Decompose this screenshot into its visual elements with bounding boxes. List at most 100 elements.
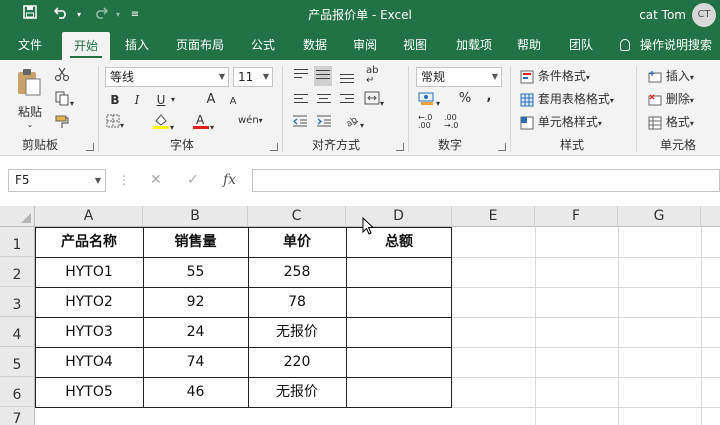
table-header-cell[interactable]: 产品名称 — [35, 227, 143, 257]
number-launcher-icon[interactable] — [498, 143, 506, 151]
paste-button[interactable]: 粘贴 ⌄ — [14, 68, 46, 129]
merge-center-icon[interactable]: ▾ — [364, 90, 384, 113]
more-icon[interactable]: ⋮ — [118, 173, 130, 187]
column-header[interactable]: F — [535, 206, 618, 227]
font-size-combo[interactable]: 11 ▼ — [233, 67, 273, 87]
font-launcher-icon[interactable] — [270, 143, 278, 151]
tab-help[interactable]: 帮助 — [508, 30, 550, 60]
underline-dropdown-icon[interactable]: ▾ — [168, 91, 178, 109]
enter-entry-button[interactable]: ✓ — [187, 169, 199, 192]
row-header[interactable]: 7 — [0, 407, 35, 425]
top-align-icon[interactable] — [294, 69, 308, 81]
column-header[interactable]: C — [248, 206, 346, 227]
font-name-combo[interactable]: 等线 ▼ — [105, 67, 229, 87]
insert-cells-button[interactable]: 插入▾ — [648, 67, 694, 87]
table-cell[interactable] — [346, 317, 452, 347]
column-header[interactable]: B — [143, 206, 248, 227]
tab-addins[interactable]: 加载项 — [448, 30, 500, 60]
row-header[interactable]: 1 — [0, 227, 35, 257]
grow-font-button[interactable]: A — [202, 91, 220, 109]
table-cell[interactable]: HYTO5 — [35, 377, 143, 407]
table-cell[interactable] — [346, 287, 452, 317]
tab-insert[interactable]: 插入 — [116, 30, 158, 60]
alignment-launcher-icon[interactable] — [396, 143, 404, 151]
table-cell[interactable]: HYTO3 — [35, 317, 143, 347]
insert-function-button[interactable]: fx — [223, 169, 236, 192]
row-header[interactable]: 6 — [0, 377, 35, 407]
decrease-decimal-icon[interactable]: .00 →.0 — [444, 114, 458, 130]
fill-color-icon[interactable]: ▾ — [152, 112, 174, 137]
tab-view[interactable]: 视图 — [394, 30, 436, 60]
tab-formulas[interactable]: 公式 — [242, 30, 284, 60]
middle-align-icon[interactable] — [314, 66, 332, 86]
bottom-align-icon[interactable] — [340, 74, 354, 86]
column-header[interactable]: E — [452, 206, 535, 227]
align-right-icon[interactable] — [340, 94, 354, 106]
user-name[interactable]: cat Tom — [639, 0, 686, 30]
table-cell[interactable]: 无报价 — [248, 377, 346, 407]
bold-button[interactable]: B — [106, 91, 124, 109]
tab-home[interactable]: 开始 — [62, 32, 110, 60]
delete-cells-button[interactable]: 删除▾ — [648, 90, 694, 110]
name-box[interactable]: F5 ▼ — [8, 169, 106, 192]
tell-me-search[interactable]: 操作说明搜索 — [620, 30, 712, 60]
increase-indent-icon[interactable] — [316, 114, 332, 133]
row-header[interactable]: 2 — [0, 257, 35, 287]
font-color-icon[interactable]: A ▾ — [192, 112, 214, 137]
row-header[interactable]: 4 — [0, 317, 35, 347]
tab-data[interactable]: 数据 — [294, 30, 336, 60]
shrink-font-button[interactable]: A — [224, 93, 242, 111]
column-header[interactable]: A — [35, 206, 143, 227]
table-cell[interactable]: 55 — [143, 257, 248, 287]
tab-page-layout[interactable]: 页面布局 — [168, 30, 232, 60]
italic-button[interactable]: I — [128, 91, 146, 109]
conditional-formatting-button[interactable]: 条件格式▾ — [520, 67, 590, 87]
format-cells-button[interactable]: 格式▾ — [648, 113, 694, 133]
table-cell[interactable] — [346, 377, 452, 407]
align-left-icon[interactable] — [294, 94, 308, 106]
formula-input[interactable] — [252, 169, 720, 192]
column-header[interactable] — [701, 206, 720, 227]
table-cell[interactable]: 92 — [143, 287, 248, 317]
clipboard-launcher-icon[interactable] — [86, 143, 94, 151]
orientation-icon[interactable]: ab ▾ — [344, 112, 364, 135]
table-cell[interactable]: HYTO1 — [35, 257, 143, 287]
table-cell[interactable]: HYTO2 — [35, 287, 143, 317]
table-header-cell[interactable]: 单价 — [248, 227, 346, 257]
comma-style-button[interactable]: , — [480, 88, 498, 106]
wrap-text-icon[interactable]: ab ↵ — [366, 66, 378, 86]
table-cell[interactable]: 46 — [143, 377, 248, 407]
cancel-entry-button[interactable]: ✕ — [150, 169, 162, 192]
accounting-format-icon[interactable]: ▾ — [418, 90, 440, 113]
table-cell[interactable]: HYTO4 — [35, 347, 143, 377]
row-header[interactable]: 5 — [0, 347, 35, 377]
avatar[interactable]: CT — [692, 3, 716, 27]
cut-icon[interactable] — [54, 66, 70, 87]
column-header[interactable]: G — [618, 206, 701, 227]
phonetic-guide-icon[interactable]: wén▾ — [238, 112, 263, 130]
border-icon[interactable]: ▾ — [106, 114, 124, 135]
table-cell[interactable]: 258 — [248, 257, 346, 287]
format-painter-icon[interactable] — [54, 114, 70, 135]
align-center-icon[interactable] — [317, 94, 331, 106]
format-as-table-button[interactable]: 套用表格格式▾ — [520, 90, 614, 110]
cell-styles-button[interactable]: 单元格样式▾ — [520, 113, 602, 133]
select-all-button[interactable] — [0, 206, 35, 227]
table-cell[interactable]: 78 — [248, 287, 346, 317]
row-header[interactable]: 3 — [0, 287, 35, 317]
table-cell[interactable] — [346, 257, 452, 287]
tab-file[interactable]: 文件 — [8, 30, 52, 60]
table-cell[interactable] — [346, 347, 452, 377]
table-cell[interactable]: 24 — [143, 317, 248, 347]
table-cell[interactable]: 220 — [248, 347, 346, 377]
decrease-indent-icon[interactable] — [292, 114, 308, 133]
table-cell[interactable]: 无报价 — [248, 317, 346, 347]
increase-decimal-icon[interactable]: ←.0.00 — [418, 114, 432, 130]
percent-button[interactable]: % — [456, 90, 474, 108]
tab-review[interactable]: 审阅 — [344, 30, 386, 60]
number-format-combo[interactable]: 常规 ▼ — [416, 67, 502, 87]
tab-team[interactable]: 团队 — [560, 30, 602, 60]
table-cell[interactable]: 74 — [143, 347, 248, 377]
copy-icon[interactable]: ▾ — [54, 90, 74, 113]
table-header-cell[interactable]: 销售量 — [143, 227, 248, 257]
